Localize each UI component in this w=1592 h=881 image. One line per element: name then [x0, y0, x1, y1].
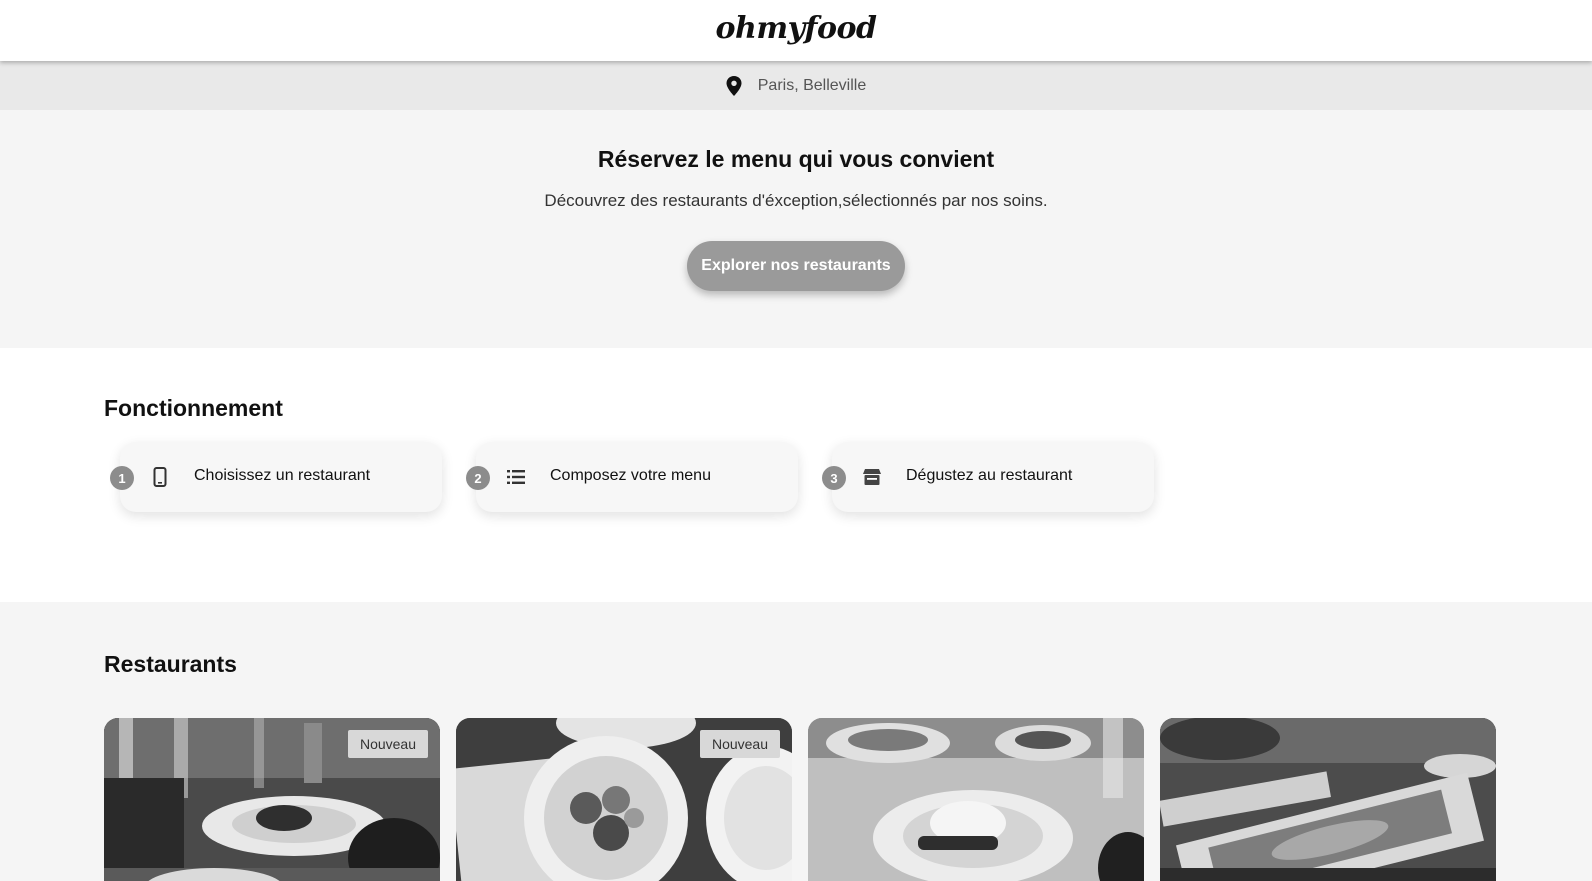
new-badge: Nouveau [347, 730, 428, 758]
how-it-works-section: Fonctionnement 1 Choisissez un restauran… [0, 348, 1592, 602]
hero-title: Réservez le menu qui vous convient [597, 146, 995, 172]
map-pin-icon [726, 75, 742, 96]
page: ohmyfood Paris, Belleville Réservez le m… [0, 0, 1592, 881]
restaurant-card-3[interactable] [808, 718, 1144, 881]
step-number: 1 [110, 466, 134, 490]
restaurant-card-4[interactable] [1160, 718, 1496, 881]
restaurant-card-2[interactable]: Nouveau [456, 718, 792, 881]
new-badge: Nouveau [699, 730, 780, 758]
site-header: ohmyfood [0, 0, 1592, 61]
step-card-2: 2 Composez votre menu [466, 442, 798, 512]
smartphone-icon [153, 467, 167, 487]
step-label: Composez votre menu [550, 467, 711, 484]
location-text: Paris, Belleville [757, 76, 867, 94]
restaurant-card-1[interactable]: Nouveau [104, 718, 440, 881]
store-icon [863, 469, 881, 485]
how-it-works-title: Fonctionnement [104, 395, 283, 421]
location-bar: Paris, Belleville [0, 61, 1592, 110]
restaurant-photo [808, 718, 1144, 881]
restaurants-section: Restaurants Nouveau Nouveau [0, 602, 1592, 881]
step-card-1: 1 Choisissez un restaurant [110, 442, 442, 512]
ohmyfood-logo[interactable]: ohmyfood [716, 11, 877, 46]
step-card-3: 3 Dégustez au restaurant [822, 442, 1154, 512]
hero-subtitle: Découvrez des restaurants d'éxception,sé… [544, 191, 1048, 210]
step-number: 2 [466, 466, 490, 490]
list-icon [507, 470, 525, 484]
step-label: Choisissez un restaurant [194, 467, 371, 484]
restaurants-title: Restaurants [104, 651, 237, 677]
restaurant-photo [1160, 718, 1496, 881]
explore-restaurants-button[interactable]: Explorer nos restaurants [687, 241, 905, 291]
step-label: Dégustez au restaurant [906, 467, 1073, 484]
hero-section: Réservez le menu qui vous convient Décou… [0, 110, 1592, 348]
step-number: 3 [822, 466, 846, 490]
